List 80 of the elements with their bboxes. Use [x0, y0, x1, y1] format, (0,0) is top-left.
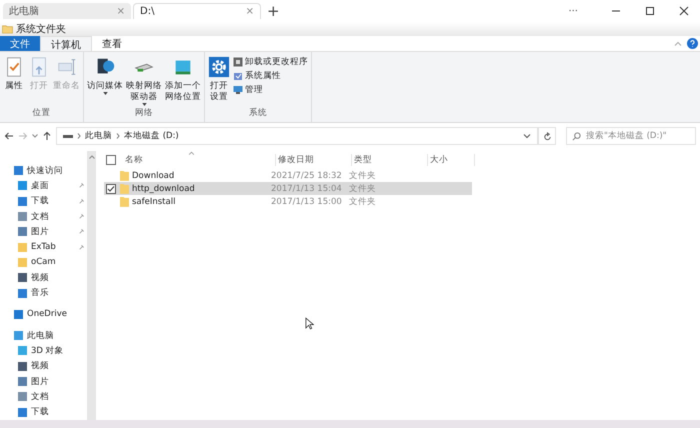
- uninstall-icon: [233, 57, 243, 67]
- nav-item[interactable]: 桌面: [0, 178, 87, 194]
- chevron-right-icon[interactable]: [77, 133, 81, 139]
- sysprops-icon: [233, 71, 243, 81]
- manage-icon: [233, 85, 243, 95]
- settings-icon: [208, 56, 230, 78]
- select-all-checkbox[interactable]: [106, 155, 116, 165]
- checkbox[interactable]: [106, 184, 116, 194]
- table-cell-text: 2017/1/13 15:00: [271, 196, 343, 206]
- close-tab-button[interactable]: ×: [246, 6, 254, 17]
- more-button[interactable]: ···: [568, 6, 578, 16]
- caret-icon[interactable]: [32, 134, 38, 138]
- browser-tab[interactable]: D:\ ×: [133, 3, 261, 19]
- nav-item[interactable]: 图片: [0, 224, 87, 240]
- nav-item[interactable]: 快速访问: [0, 163, 87, 178]
- chevron-right-icon[interactable]: [116, 133, 120, 139]
- table-cell-text: 2017/1/13 15:04: [271, 184, 343, 194]
- file-row[interactable]: http_download 2017/1/13 15:04 文件夹: [104, 182, 472, 195]
- ribbon-button[interactable]: 添加一个 网络位置: [165, 54, 201, 107]
- help-icon[interactable]: [687, 38, 698, 49]
- file-menu-tab[interactable]: 文件: [0, 36, 40, 51]
- table-cell-text: 2021/7/25 18:32: [271, 170, 343, 180]
- nav-item[interactable]: 文档: [0, 389, 87, 404]
- breadcrumb-item[interactable]: 此电脑: [85, 130, 112, 142]
- nav-item[interactable]: 3D 对象: [0, 343, 87, 359]
- file-name: safeInstall: [132, 196, 176, 206]
- nav-item[interactable]: 视频: [0, 358, 87, 374]
- file-name: Download: [132, 170, 176, 180]
- scrollbar[interactable]: [87, 151, 96, 420]
- group-label: 网络: [135, 107, 153, 120]
- nav-item[interactable]: ExTab: [0, 239, 87, 255]
- search-field[interactable]: 搜索"本地磁盘 (D:)": [566, 127, 696, 145]
- nav-item[interactable]: oCam: [0, 254, 87, 270]
- ribbon-button[interactable]: 属性: [3, 54, 25, 107]
- ribbon-button[interactable]: 打开 设置: [208, 54, 230, 107]
- nav-item[interactable]: 下载: [0, 404, 87, 420]
- drive-icon: [63, 133, 73, 139]
- nav-item[interactable]: 下载: [0, 194, 87, 209]
- file-row[interactable]: Download 2021/7/25 18:32 文件夹: [104, 169, 472, 182]
- ribbon-button[interactable]: 访问媒体: [87, 54, 123, 107]
- nav-item[interactable]: 文档: [0, 208, 87, 224]
- mouse-cursor-icon: [305, 317, 314, 330]
- column-header[interactable]: 大小: [428, 154, 475, 166]
- up-icon[interactable]: [42, 131, 52, 141]
- nav-item[interactable]: 图片: [0, 374, 87, 390]
- ribbon-tab[interactable]: 查看: [92, 36, 132, 51]
- column-header[interactable]: 类型: [352, 154, 428, 166]
- column-header[interactable]: 修改日期: [276, 154, 352, 166]
- ribbon-button[interactable]: 管理: [233, 84, 308, 96]
- address-bar[interactable]: 此电脑 本地磁盘 (D:): [56, 127, 538, 145]
- ribbon-button[interactable]: 卸载或更改程序: [233, 56, 308, 68]
- ribbon-button[interactable]: 系统属性: [233, 70, 308, 82]
- nav-item[interactable]: OneDrive: [0, 306, 87, 322]
- scroll-up-icon[interactable]: [88, 155, 94, 159]
- refresh-button[interactable]: [538, 127, 556, 145]
- file-row[interactable]: safeInstall 2017/1/13 15:00 文件夹: [104, 195, 472, 208]
- ribbon-button[interactable]: 映射网络 驱动器: [126, 54, 162, 107]
- search-icon: [572, 132, 581, 140]
- breadcrumb-item[interactable]: 本地磁盘 (D:): [124, 130, 179, 142]
- ribbon-tab[interactable]: 计算机: [40, 36, 92, 51]
- sort-icon: [188, 151, 195, 155]
- column-header[interactable]: 名称: [123, 154, 276, 166]
- browser-tab[interactable]: 此电脑 ×: [3, 3, 131, 19]
- rename-icon: [56, 56, 78, 78]
- chevron-down-icon[interactable]: [523, 133, 531, 139]
- window-title: 系统文件夹: [16, 22, 66, 36]
- nav-item[interactable]: 视频: [0, 270, 87, 286]
- file-name: http_download: [132, 184, 196, 194]
- nav-item[interactable]: 此电脑: [0, 328, 87, 344]
- table-cell-text: 文件夹: [348, 196, 377, 208]
- new-tab-button[interactable]: +: [267, 2, 280, 20]
- back-icon[interactable]: [4, 131, 14, 141]
- group-label: 系统: [249, 107, 267, 120]
- close-icon[interactable]: [679, 6, 689, 16]
- group-label: 位置: [32, 107, 50, 120]
- table-cell-text: 文件夹: [348, 170, 377, 182]
- nav-item[interactable]: 音乐: [0, 285, 87, 301]
- table-cell-text: 文件夹: [348, 182, 377, 194]
- maximize-icon[interactable]: [645, 6, 655, 16]
- refresh-icon: [542, 132, 552, 140]
